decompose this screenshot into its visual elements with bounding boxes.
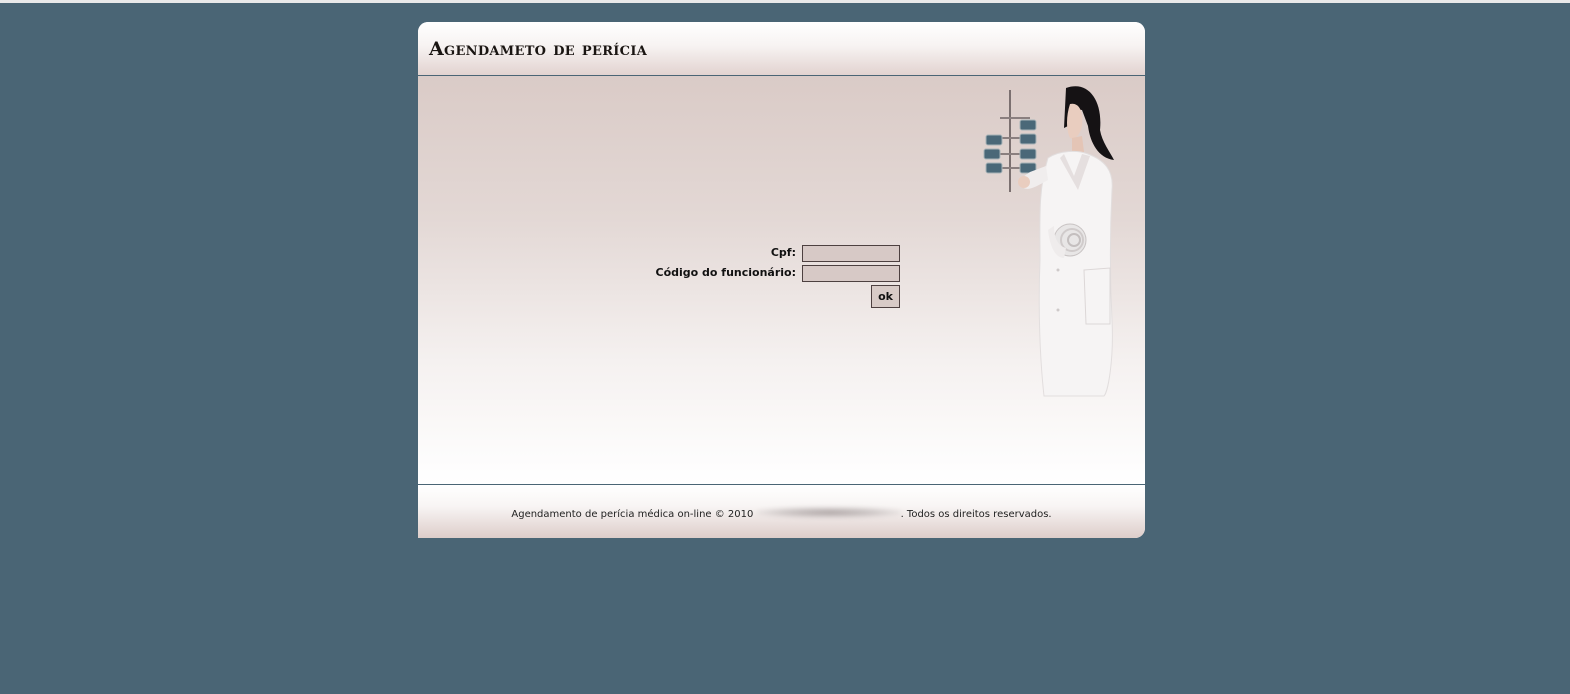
cpf-row: Cpf: xyxy=(598,245,900,263)
main-panel: Agendameto de perícia Cpf: Código do fun… xyxy=(418,22,1145,538)
cpf-label: Cpf: xyxy=(770,246,796,259)
doctor-illustration-icon xyxy=(983,86,1114,397)
copyright-suffix: . Todos os direitos reservados. xyxy=(900,509,1052,520)
copyright-prefix: Agendamento de perícia médica on-line © … xyxy=(511,509,754,520)
footer: Agendamento de perícia médica on-line © … xyxy=(418,485,1145,538)
employee-code-row: Código do funcionário: xyxy=(598,265,900,283)
copyright-text: Agendamento de perícia médica on-line © … xyxy=(418,507,1145,520)
redacted-company-name xyxy=(756,507,901,518)
cpf-input[interactable] xyxy=(802,245,900,262)
content-area: Cpf: Código do funcionário: ok xyxy=(418,76,1145,485)
employee-code-input[interactable] xyxy=(802,265,900,282)
header: Agendameto de perícia xyxy=(418,22,1145,76)
page-title: Agendameto de perícia xyxy=(429,38,648,60)
ok-button[interactable]: ok xyxy=(871,285,900,308)
employee-code-label: Código do funcionário: xyxy=(655,266,797,279)
